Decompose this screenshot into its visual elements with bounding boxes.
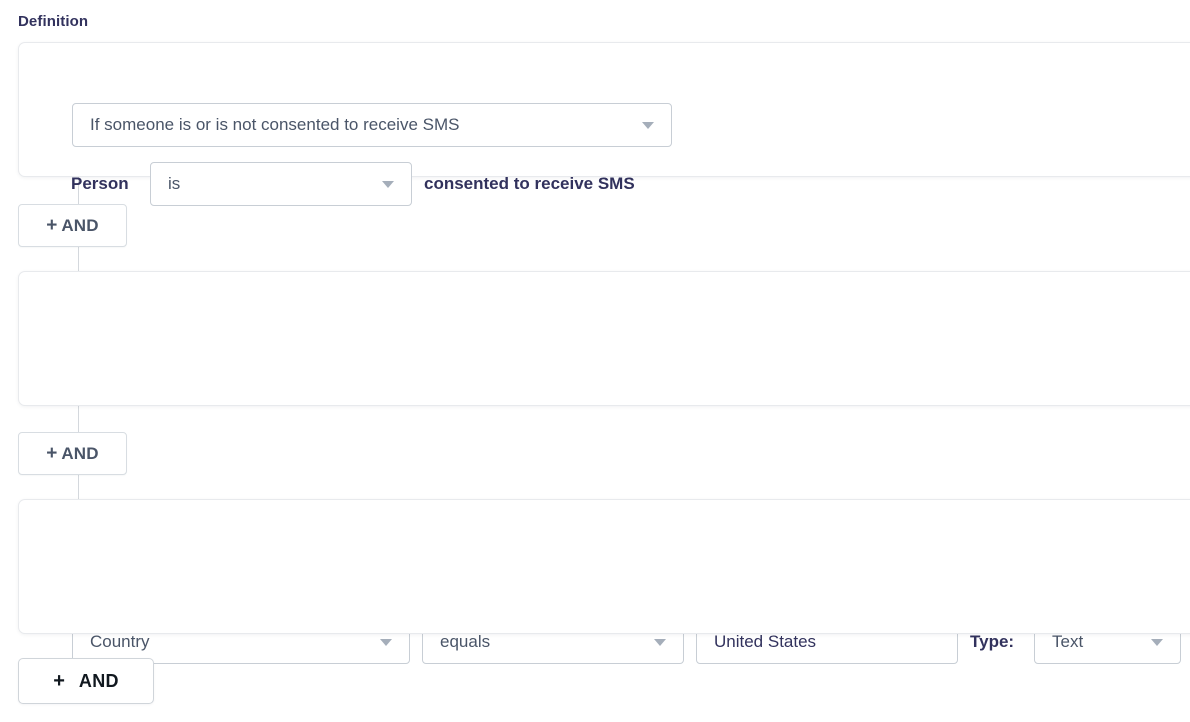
- subject-label: Person: [71, 174, 129, 193]
- chevron-down-icon: [642, 121, 654, 129]
- chevron-down-icon: [380, 638, 392, 646]
- condition-card: Properties about someone Country equals …: [18, 271, 1190, 664]
- consent-operator-value: is: [168, 174, 181, 193]
- value-input-text: United States: [714, 632, 817, 651]
- add-condition-group-label: AND: [78, 670, 119, 691]
- add-and-condition-label: AND: [61, 215, 99, 235]
- add-and-condition-label: AND: [61, 443, 99, 463]
- plus-icon: +: [46, 214, 58, 236]
- page-title: Definition: [18, 13, 89, 30]
- add-condition-group-button[interactable]: + AND: [18, 658, 154, 704]
- condition-card: Properties about someone birthday is aft…: [18, 499, 1190, 634]
- condition-card: If someone is or is not consented to rec…: [18, 42, 1190, 206]
- property-value: Country: [90, 632, 150, 651]
- add-and-condition-button[interactable]: + AND: [18, 204, 127, 247]
- value-type-value: Text: [1052, 632, 1084, 651]
- condition-trailing-text: consented to receive SMS: [424, 174, 635, 193]
- value-type-label: Type:: [970, 632, 1015, 651]
- chevron-down-icon: [1151, 638, 1163, 646]
- operator-value: equals: [440, 632, 491, 651]
- condition-type-value: If someone is or is not consented to rec…: [90, 115, 460, 134]
- chevron-down-icon: [382, 180, 394, 188]
- plus-icon: +: [53, 669, 65, 692]
- chevron-down-icon: [654, 638, 666, 646]
- add-and-condition-button[interactable]: + AND: [18, 432, 127, 475]
- condition-type-select[interactable]: If someone is or is not consented to rec…: [72, 103, 672, 147]
- definition-builder: Definition If someone is or is not conse…: [0, 0, 1190, 722]
- plus-icon: +: [46, 442, 58, 464]
- consent-operator-select[interactable]: is: [150, 162, 412, 206]
